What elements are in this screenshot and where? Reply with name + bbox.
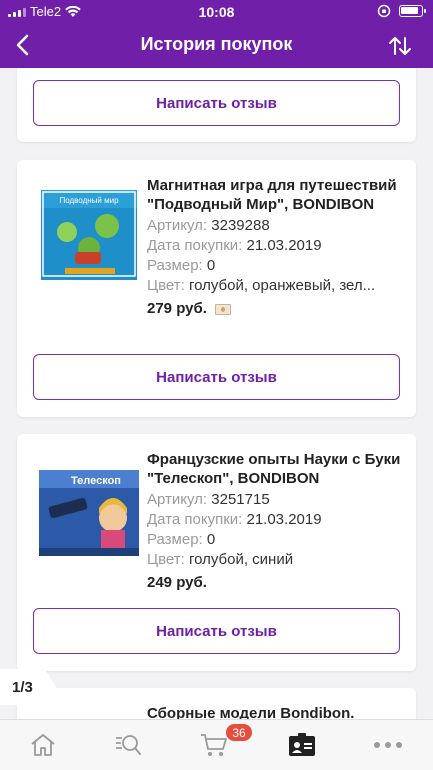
page-title: История покупок [140, 34, 293, 54]
home-icon [31, 734, 55, 756]
tab-home[interactable] [25, 728, 61, 762]
color-label: Цвет: [147, 551, 185, 568]
status-bar: Tele2 10:08 [0, 0, 433, 24]
color-label: Цвет: [147, 277, 185, 294]
article-label: Артикул: [147, 217, 208, 234]
product-image[interactable]: Подводный мир [35, 182, 143, 290]
product-image-caption: Телескоп [71, 475, 121, 487]
size-label: Размер: [147, 531, 203, 548]
date-row: Дата покупки: 21.03.2019 [147, 236, 401, 256]
price: 249 руб. [147, 574, 207, 591]
more-icon [374, 742, 402, 748]
color-row: Цвет: голубой, синий [147, 550, 401, 570]
top-bar: Tele2 10:08 История покупок [0, 0, 433, 68]
color-value: голубой, оранжевый, зел... [188, 277, 376, 294]
date-value: 21.03.2019 [246, 237, 322, 254]
size-row: Размер: 0 [147, 530, 401, 550]
product-name[interactable]: Магнитная игра для путешествий "Подводны… [147, 176, 401, 214]
write-review-button[interactable]: Написать отзыв [33, 608, 400, 654]
battery-icon [399, 5, 426, 17]
cart-icon [201, 734, 227, 756]
price: 279 руб. [147, 300, 207, 317]
product-name[interactable]: Французские опыты Науки с Буки "Телескоп… [147, 450, 401, 488]
cart-count-badge: 36 [226, 724, 252, 741]
date-value: 21.03.2019 [246, 511, 322, 528]
write-review-button[interactable]: Написать отзыв [33, 354, 400, 400]
profile-card-icon [289, 733, 315, 756]
purchase-card: Телескоп Французские опыты Науки с Буки … [17, 434, 416, 671]
cash-icon [214, 303, 231, 315]
size-value: 0 [206, 257, 216, 274]
product-image-caption: Подводный мир [59, 196, 119, 205]
product-image[interactable]: Телескоп [35, 458, 143, 566]
article-value: 3239288 [211, 217, 270, 234]
sort-icon[interactable] [387, 33, 413, 59]
article-row: Артикул: 3239288 [147, 216, 401, 236]
size-row: Размер: 0 [147, 256, 401, 276]
size-label: Размер: [147, 257, 203, 274]
write-review-button[interactable]: Написать отзыв [33, 80, 400, 126]
article-row: Артикул: 3251715 [147, 490, 401, 510]
tab-more[interactable] [370, 728, 406, 762]
nav-bar: История покупок [0, 24, 433, 68]
article-value: 3251715 [211, 491, 270, 508]
date-label: Дата покупки: [147, 511, 243, 528]
page-indicator: 1/3 [0, 669, 56, 705]
article-label: Артикул: [147, 491, 208, 508]
color-value: голубой, синий [188, 551, 294, 568]
size-value: 0 [206, 531, 216, 548]
tab-bar: 36 [0, 719, 433, 770]
tab-profile[interactable] [284, 728, 320, 762]
date-label: Дата покупки: [147, 237, 243, 254]
purchase-card: Подводный мир Магнитная игра для путешес… [17, 160, 416, 417]
tab-catalog[interactable] [110, 728, 146, 762]
search-icon [116, 735, 141, 755]
clock: 10:08 [198, 4, 235, 20]
purchase-list[interactable]: Написать отзыв Подводный мир Магнитная и… [0, 68, 433, 730]
color-row: Цвет: голубой, оранжевый, зел... [147, 276, 401, 296]
date-row: Дата покупки: 21.03.2019 [147, 510, 401, 530]
purchase-card: Написать отзыв [17, 68, 416, 142]
price-row: 249 руб. [147, 572, 401, 594]
price-row: 279 руб. [147, 298, 401, 320]
orientation-lock-icon [377, 4, 391, 18]
